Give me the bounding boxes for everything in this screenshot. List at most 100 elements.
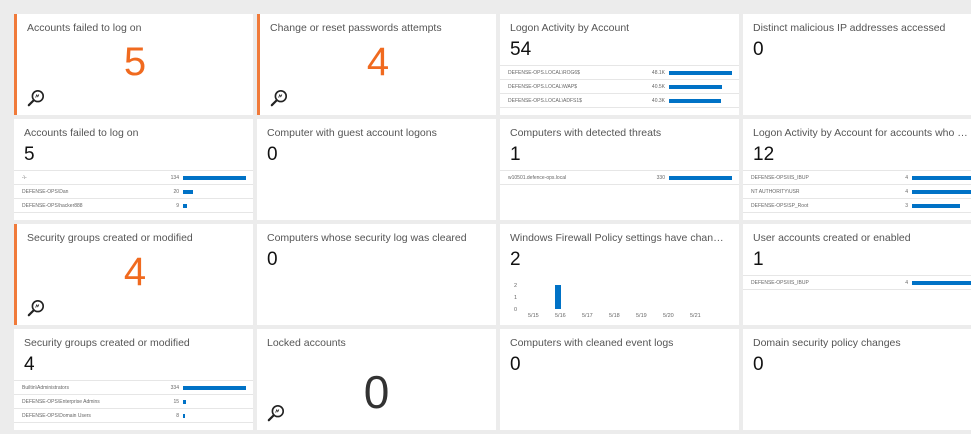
tile-title: Windows Firewall Policy settings have ch…	[510, 232, 729, 244]
list-item-label: DEFENSE-OPS\IIS_IBUP	[751, 279, 809, 286]
x-tick-label: 5/21	[690, 313, 701, 319]
list-item-bar	[669, 84, 723, 89]
tile-count: 54	[510, 39, 532, 60]
list-item-bar-track	[669, 70, 733, 75]
list-item-label: DEFENSE-OPS\Domain Users	[22, 412, 91, 419]
list-item-bar-track	[912, 189, 971, 194]
list-item[interactable]: DEFENSE-OPS.LOCAL\WAP$ 40.5K	[500, 79, 739, 93]
tile-title: Logon Activity by Account for accounts w…	[753, 127, 971, 139]
tile-row-list: DEFENSE-OPS.LOCAL\ROG6$ 48.1K DEFENSE-OPS.…	[500, 65, 739, 108]
list-item-bar	[912, 175, 971, 180]
tile-locked-accounts[interactable]: Locked accounts 0	[257, 329, 496, 430]
tile-computers-whose-security-log-was-cleared[interactable]: Computers whose security log was cleared…	[257, 224, 496, 325]
list-item-value: 330	[656, 174, 665, 181]
list-item-label: DEFENSE-OPS\hacker888	[22, 202, 83, 209]
tile-user-accounts-created-or-enabled[interactable]: User accounts created or enabled 1 DEFENSE…	[743, 224, 971, 325]
list-item-bar	[669, 70, 732, 75]
tile-security-groups-created-or-modified[interactable]: Security groups created or modified 4	[14, 224, 253, 325]
list-item[interactable]: DEFENSE-OPS.LOCAL\ROG6$ 48.1K	[500, 65, 739, 79]
list-item-value: 20	[173, 188, 179, 195]
list-item-bar-track	[183, 189, 247, 194]
tile-title: Computers with cleaned event logs	[510, 337, 674, 349]
tile-count: 12	[753, 144, 775, 165]
tile-security-groups-created-or-modified[interactable]: Security groups created or modified 4 Buil…	[14, 329, 253, 430]
list-item-label: DEFENSE-OPS\Enterprise Admins	[22, 398, 100, 405]
tile-logon-activity-by-account-for-accounts-who-only[interactable]: Logon Activity by Account for accounts w…	[743, 119, 971, 220]
list-item-bar	[669, 98, 722, 103]
list-item[interactable]: DEFENSE-OPS.LOCAL\ADFS1$ 40.3K	[500, 93, 739, 108]
list-item-value: 40.5K	[651, 83, 665, 90]
tile-count: 4	[366, 40, 390, 84]
tile-title: User accounts created or enabled	[753, 232, 911, 244]
list-item[interactable]: w10501.defence-ops.local 330	[500, 170, 739, 185]
list-item-bar	[183, 203, 188, 208]
list-item-bar	[183, 385, 246, 390]
tile-computers-with-detected-threats[interactable]: Computers with detected threats 1 w10501.d…	[500, 119, 739, 220]
y-tick-label: 0	[514, 307, 517, 313]
tile-title: Distinct malicious IP addresses accessed	[753, 22, 946, 34]
list-item[interactable]: Builtin\Administrators 334	[14, 380, 253, 394]
list-item-label: DEFENSE-OPS.LOCAL\WAP$	[508, 83, 577, 90]
tile-logon-activity-by-account[interactable]: Logon Activity by Account 54 DEFENSE-OPS.L…	[500, 14, 739, 115]
list-item[interactable]: DEFENSE-OPS\hacker888 9	[14, 198, 253, 213]
tile-distinct-malicious-ip-addresses-accessed[interactable]: Distinct malicious IP addresses accessed…	[743, 14, 971, 115]
search-icon[interactable]	[27, 89, 45, 107]
tile-title: Security groups created or modified	[24, 337, 190, 349]
list-item[interactable]: DEFENSE-OPS\Enterprise Admins 15	[14, 394, 253, 408]
list-item-bar-track	[183, 399, 247, 404]
list-item-bar	[183, 413, 185, 418]
tile-count: 0	[510, 354, 521, 375]
list-item-bar	[183, 189, 193, 194]
x-tick-label: 5/16	[555, 313, 566, 319]
list-item[interactable]: -\- 134	[14, 170, 253, 184]
tile-title: Accounts failed to log on	[27, 22, 142, 34]
tile-row-list: Builtin\Administrators 334 DEFENSE-OPS\Ent…	[14, 380, 253, 423]
tile-count: 5	[123, 40, 147, 84]
tile-row-list: DEFENSE-OPS\IIS_IBUP 4 NT AUTHORITY\USR 4 DE…	[743, 170, 971, 213]
tile-windows-firewall-policy-settings-have-changed[interactable]: Windows Firewall Policy settings have ch…	[500, 224, 739, 325]
list-item[interactable]: DEFENSE-OPS\Domain Users 8	[14, 408, 253, 423]
tile-title: Logon Activity by Account	[510, 22, 630, 34]
list-item[interactable]: DEFENSE-OPS\IIS_IBUP 4	[743, 275, 971, 290]
list-item-value: 4	[905, 188, 908, 195]
tile-title: Computer with guest account logons	[267, 127, 437, 139]
list-item-label: DEFENSE-OPS\SP_Root	[751, 202, 809, 209]
tile-count: 1	[510, 144, 521, 165]
tile-computers-with-cleaned-event-logs[interactable]: Computers with cleaned event logs 0	[500, 329, 739, 430]
list-item[interactable]: DEFENSE-OPS\Dan 20	[14, 184, 253, 198]
list-item-label: DEFENSE-OPS\IIS_IBUP	[751, 174, 809, 181]
tile-computer-with-guest-account-logons[interactable]: Computer with guest account logons 0	[257, 119, 496, 220]
tile-title: Locked accounts	[267, 337, 346, 349]
tile-count: 0	[267, 249, 278, 270]
list-item-bar-track	[669, 175, 733, 180]
list-item-value: 8	[176, 412, 179, 419]
list-item-value: 48.1K	[651, 69, 665, 76]
list-item-bar	[183, 399, 187, 404]
list-item-value: 134	[170, 174, 179, 181]
dashboard-grid: Accounts failed to log on 5 Change or rese…	[14, 14, 971, 430]
tile-count: 2	[510, 249, 521, 270]
list-item[interactable]: NT AUTHORITY\USR 4	[743, 184, 971, 198]
tile-count: 1	[753, 249, 764, 270]
list-item-bar	[912, 203, 960, 208]
search-icon[interactable]	[267, 404, 285, 422]
list-item-value: 40.3K	[651, 97, 665, 104]
list-item-bar-track	[912, 280, 971, 285]
tile-title: Change or reset passwords attempts	[270, 22, 442, 34]
x-tick-label: 5/15	[528, 313, 539, 319]
tile-count: 0	[267, 144, 278, 165]
bar-5-16[interactable]	[555, 285, 561, 309]
tile-count: 0	[363, 366, 390, 418]
list-item-label: DEFENSE-OPS.LOCAL\ROG6$	[508, 69, 580, 76]
tile-accounts-failed-to-log-on[interactable]: Accounts failed to log on 5 -\- 134 DEFENSE-…	[14, 119, 253, 220]
tile-count: 0	[753, 354, 764, 375]
tile-domain-security-policy-changes[interactable]: Domain security policy changes 0	[743, 329, 971, 430]
search-icon[interactable]	[270, 89, 288, 107]
list-item-value: 9	[176, 202, 179, 209]
list-item[interactable]: DEFENSE-OPS\SP_Root 3	[743, 198, 971, 213]
tile-count: 4	[123, 250, 147, 294]
list-item[interactable]: DEFENSE-OPS\IIS_IBUP 4	[743, 170, 971, 184]
search-icon[interactable]	[27, 299, 45, 317]
tile-accounts-failed-to-log-on[interactable]: Accounts failed to log on 5	[14, 14, 253, 115]
tile-change-or-reset-passwords-attempts[interactable]: Change or reset passwords attempts 4	[257, 14, 496, 115]
